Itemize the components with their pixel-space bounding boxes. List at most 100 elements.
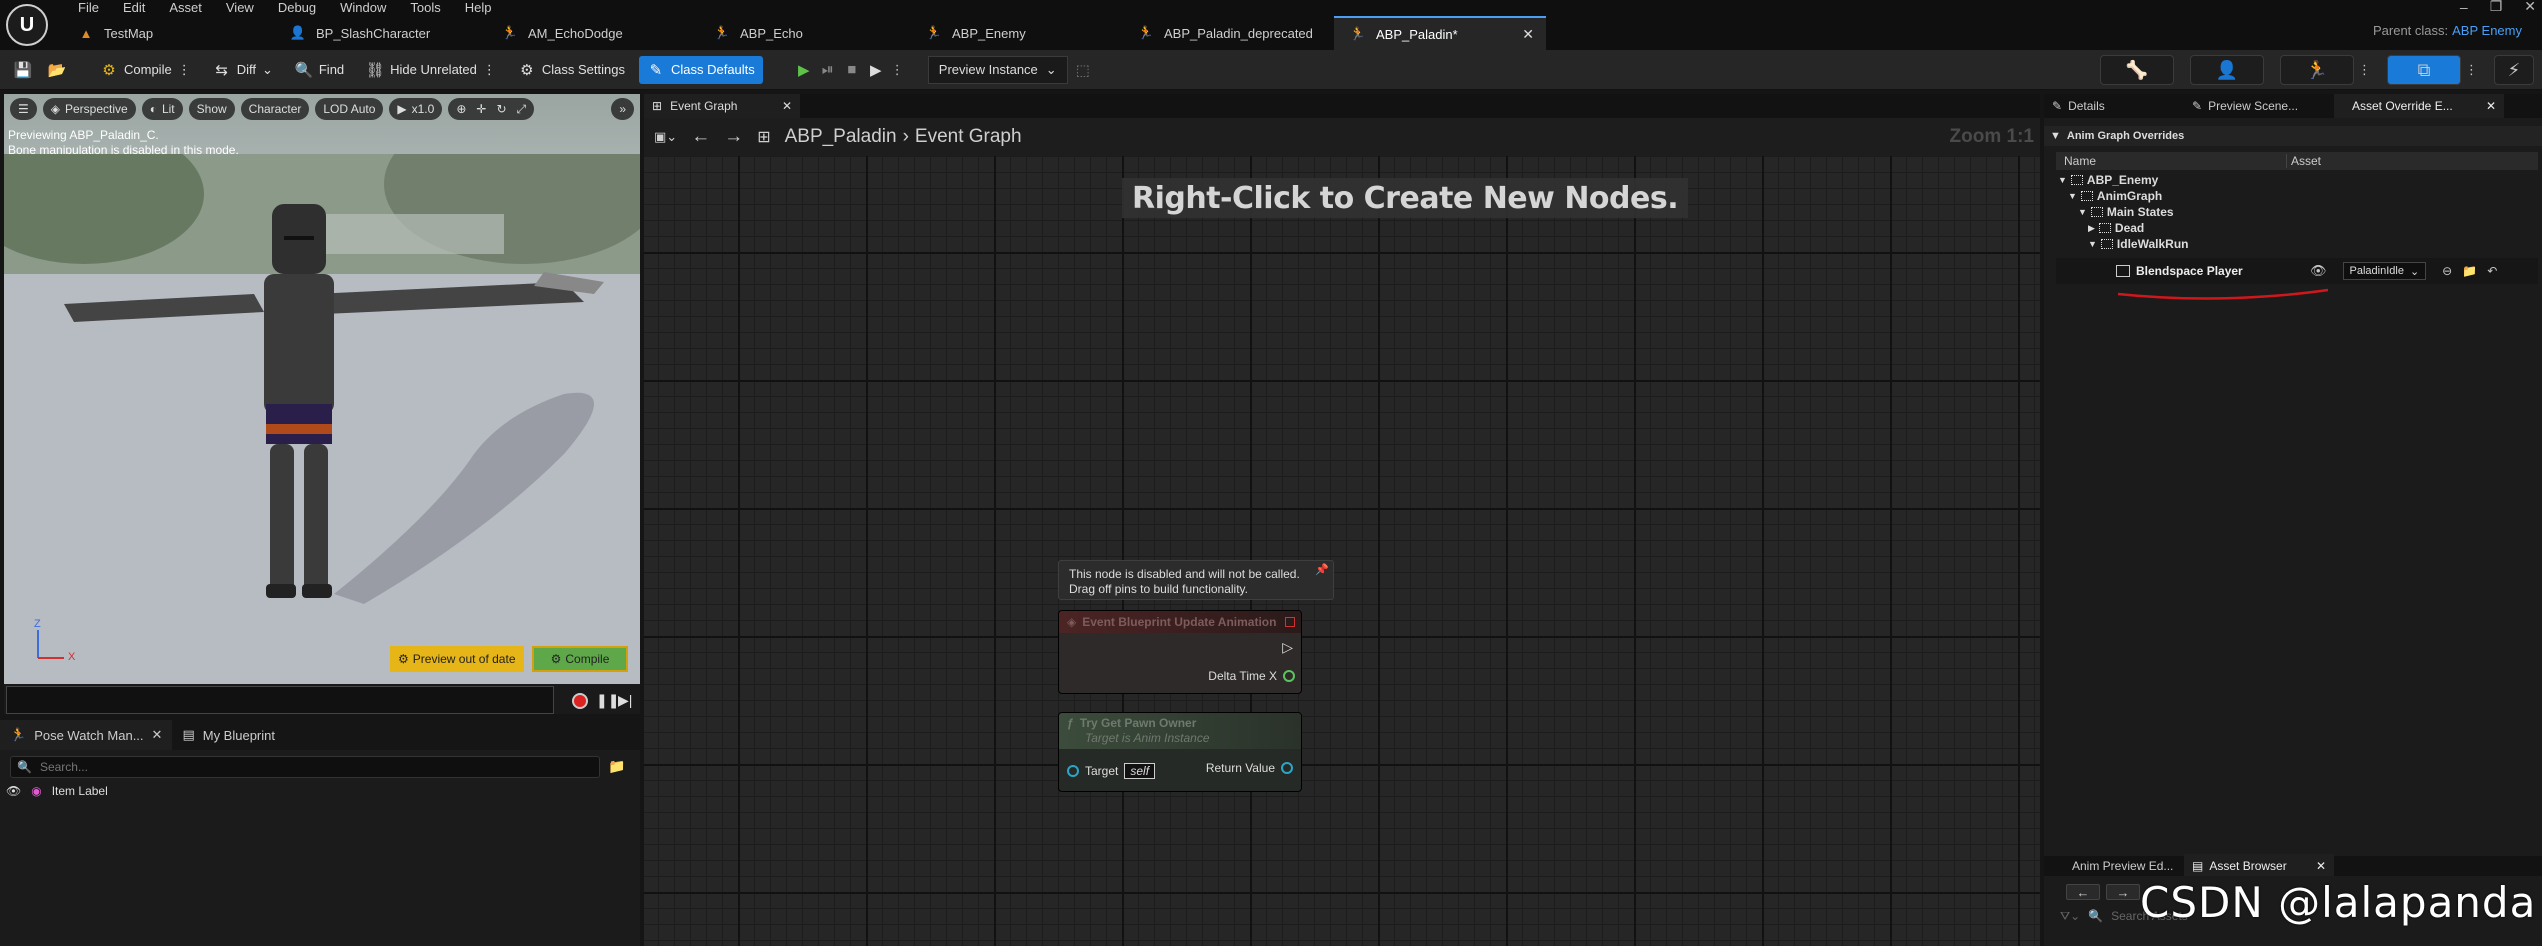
parent-class-link[interactable]: ABP Enemy — [2452, 23, 2522, 38]
pose-watch-search[interactable]: 🔍 — [10, 756, 600, 778]
doc-tab-am-echododge[interactable]: 🏃 AM_EchoDodge — [486, 16, 698, 50]
reset-icon[interactable]: ↶ — [2487, 264, 2497, 278]
debug-object-icon[interactable]: ⬚ — [1074, 61, 1092, 79]
tab-my-blueprint[interactable]: ▤ My Blueprint — [172, 720, 285, 750]
rotate-icon[interactable]: ↻ — [496, 102, 506, 116]
menu-edit[interactable]: Edit — [111, 1, 157, 14]
menu-tools[interactable]: Tools — [398, 1, 452, 14]
lod-button[interactable]: LOD Auto — [315, 98, 384, 120]
find-button[interactable]: 🔍 Find — [287, 56, 352, 84]
doc-tab-testmap[interactable]: ▲ TestMap — [62, 16, 274, 50]
stop-icon[interactable]: ■ — [843, 61, 861, 79]
expand-arrow-icon[interactable]: ▼ — [2058, 175, 2067, 185]
physics-mode-icon[interactable]: ⚡ — [2494, 55, 2534, 85]
step-forward-icon[interactable]: ▶| — [618, 692, 632, 709]
transform-tools[interactable]: ⊕ ✛ ↻ ⤢ — [448, 98, 535, 120]
preview-viewport[interactable]: ☰ ◈ Perspective ◐ Lit Show Character LOD A… — [4, 94, 640, 684]
hide-unrelated-button[interactable]: ⛓ Hide Unrelated ⋮ — [358, 56, 504, 84]
scale-icon[interactable]: ⤢ — [517, 102, 527, 117]
breadcrumb-root[interactable]: ABP_Paladin — [785, 126, 897, 148]
expand-arrow-icon[interactable]: ▶ — [2088, 223, 2095, 234]
delta-time-pin[interactable]: Delta Time X — [1208, 669, 1295, 683]
viewport-options-button[interactable]: » — [611, 98, 634, 120]
exec-pin-icon[interactable]: ▷ — [1282, 639, 1293, 656]
pause-icon[interactable]: ❚❚ — [596, 692, 619, 709]
tree-item-abp-enemy[interactable]: ▼ ABP_Enemy — [2056, 172, 2538, 188]
tree-item-idlewalkrun[interactable]: ▼ IdleWalkRun — [2056, 236, 2538, 252]
graph-options-icon[interactable]: ▣⌄ — [654, 129, 677, 145]
tab-asset-override[interactable]: Asset Override E... ✕ — [2334, 94, 2504, 118]
browse-asset-icon[interactable]: 📁 — [2462, 264, 2477, 278]
possess-icon[interactable]: ▶ — [867, 61, 885, 79]
menu-window[interactable]: Window — [328, 1, 398, 14]
diff-button[interactable]: ⇆ Diff ⌄ — [205, 56, 281, 84]
tab-preview-scene[interactable]: ✎ Preview Scene... — [2184, 94, 2334, 118]
blueprint-mode-icon[interactable]: ⧉ — [2387, 55, 2461, 85]
more-options-icon[interactable]: ⋮ — [483, 62, 496, 78]
menu-asset[interactable]: Asset — [157, 1, 214, 14]
delegate-pin-icon[interactable] — [1285, 617, 1295, 627]
tab-details[interactable]: ✎ Details — [2044, 94, 2184, 118]
record-icon[interactable] — [572, 693, 588, 709]
search-input[interactable] — [39, 760, 540, 774]
tab-event-graph[interactable]: ⊞ Event Graph ✕ — [644, 94, 800, 118]
return-value-pin[interactable]: Return Value — [1206, 761, 1293, 775]
target-pin[interactable]: Target self — [1067, 763, 1156, 779]
menu-help[interactable]: Help — [453, 1, 504, 14]
maximize-icon[interactable]: ❐ — [2490, 0, 2503, 15]
doc-tab-abp-echo[interactable]: 🏃 ABP_Echo — [698, 16, 910, 50]
perspective-button[interactable]: ◈ Perspective — [42, 98, 136, 120]
show-button[interactable]: Show — [188, 98, 235, 120]
lit-button[interactable]: ◐ Lit — [141, 98, 183, 120]
translate-icon[interactable]: ✛ — [476, 102, 486, 116]
doc-tab-abp-paladin[interactable]: 🏃 ABP_Paladin* ✕ — [1334, 16, 1546, 50]
preview-instance-dropdown[interactable]: Preview Instance ⌄ — [927, 55, 1068, 84]
more-options-icon[interactable]: ⋮ — [2358, 62, 2371, 78]
skeleton-mode-icon[interactable]: 🦴 — [2100, 55, 2174, 85]
close-tab-icon[interactable]: ✕ — [2486, 99, 2496, 113]
forward-arrow-icon[interactable]: → — [724, 126, 743, 148]
menu-debug[interactable]: Debug — [266, 1, 328, 14]
forward-arrow-icon[interactable]: → — [2106, 884, 2140, 900]
back-arrow-icon[interactable]: ← — [2066, 884, 2100, 900]
new-folder-icon[interactable]: 📁 — [608, 758, 625, 775]
compile-options-icon[interactable]: ⋮ — [178, 62, 191, 78]
anim-graph-overrides-section[interactable]: ▼ Anim Graph Overrides — [2044, 126, 2542, 146]
timeline-scrubber[interactable] — [6, 686, 554, 714]
viewport-compile-button[interactable]: ⚙ Compile — [532, 646, 628, 672]
expand-arrow-icon[interactable]: ▼ — [2088, 239, 2097, 249]
event-update-animation-node[interactable]: ◈ Event Blueprint Update Animation ▷ Del… — [1058, 610, 1302, 694]
play-icon[interactable]: ▶ — [795, 61, 813, 79]
menu-view[interactable]: View — [214, 1, 266, 14]
play-options-icon[interactable]: ⋮ — [891, 62, 904, 78]
doc-tab-bp-slashcharacter[interactable]: 👤 BP_SlashCharacter — [274, 16, 486, 50]
close-tab-icon[interactable]: ✕ — [782, 99, 792, 113]
visibility-icon[interactable]: 👁 — [2310, 263, 2327, 279]
browse-icon[interactable]: 📂 — [48, 61, 67, 79]
back-arrow-icon[interactable]: ← — [691, 126, 710, 148]
doc-tab-abp-enemy[interactable]: 🏃 ABP_Enemy — [910, 16, 1122, 50]
close-tab-icon[interactable]: ✕ — [152, 727, 163, 743]
tree-item-animgraph[interactable]: ▼ AnimGraph — [2056, 188, 2538, 204]
unreal-logo-icon[interactable]: U — [6, 4, 48, 46]
expand-arrow-icon[interactable]: ▼ — [2078, 207, 2087, 217]
step-icon[interactable]: ⏯ — [819, 61, 837, 79]
compile-button[interactable]: ⚙ Compile ⋮ — [92, 56, 199, 84]
visibility-icon[interactable]: 👁 — [6, 784, 21, 798]
class-settings-button[interactable]: ⚙ Class Settings — [510, 56, 633, 84]
mesh-mode-icon[interactable]: 👤 — [2190, 55, 2264, 85]
more-options-icon[interactable]: ⋮ — [2465, 62, 2478, 78]
blendspace-player-row[interactable]: Blendspace Player 👁 PaladinIdle ⌄ ⊖ 📁 ↶ — [2056, 258, 2538, 284]
viewport-menu-button[interactable]: ☰ — [10, 98, 37, 120]
try-get-pawn-owner-node[interactable]: ƒ Try Get Pawn Owner Target is Anim Insta… — [1058, 712, 1302, 792]
tab-pose-watch[interactable]: 🏃 Pose Watch Man... ✕ — [0, 720, 173, 750]
asset-dropdown[interactable]: PaladinIdle ⌄ — [2342, 262, 2427, 280]
tree-item-dead[interactable]: ▶ Dead — [2056, 220, 2538, 236]
animation-mode-icon[interactable]: 🏃 — [2280, 55, 2354, 85]
close-tab-icon[interactable]: ✕ — [1522, 26, 1534, 43]
use-selected-icon[interactable]: ⊖ — [2442, 264, 2452, 278]
tab-asset-browser[interactable]: ▤ Asset Browser ✕ — [2184, 854, 2334, 878]
pin-bubble-icon[interactable]: 📌 — [1315, 563, 1329, 578]
filter-icon[interactable]: ⛛⌄ — [2060, 909, 2080, 924]
tab-anim-preview-editor[interactable]: Anim Preview Ed... — [2044, 854, 2184, 878]
